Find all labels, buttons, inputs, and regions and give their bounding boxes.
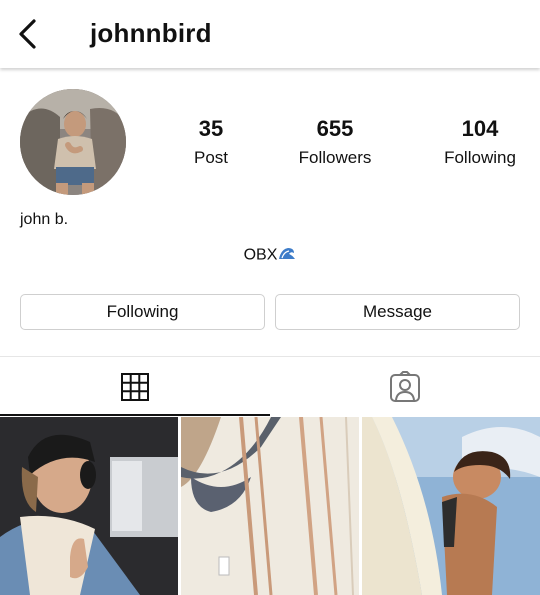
- photo-thumbnail: [362, 417, 540, 595]
- bio: OBX: [0, 246, 540, 265]
- message-button[interactable]: Message: [275, 294, 520, 330]
- grid-icon: [121, 373, 149, 401]
- photo-thumbnail: [0, 417, 178, 595]
- avatar[interactable]: [20, 89, 126, 195]
- post-thumbnail[interactable]: [0, 417, 178, 595]
- profile-username: johnnbird: [90, 18, 212, 48]
- profile-photo: [20, 89, 126, 195]
- post-thumbnail[interactable]: [181, 417, 359, 595]
- top-bar: johnnbird: [0, 0, 540, 68]
- display-name: john b.: [20, 211, 69, 228]
- tagged-person-icon: [390, 371, 420, 402]
- following-label: Following: [444, 148, 516, 167]
- following-count: 104: [461, 116, 499, 141]
- wave-emoji: [278, 246, 296, 265]
- bio-text: OBX: [243, 246, 278, 264]
- following-button[interactable]: Following: [20, 294, 265, 330]
- tab-grid[interactable]: [0, 358, 270, 416]
- posts-count: 35: [198, 116, 224, 141]
- chevron-left-icon: [19, 19, 36, 49]
- posts-label: Post: [193, 148, 229, 167]
- followers-stat[interactable]: 655 Followers: [275, 116, 395, 168]
- post-thumbnail[interactable]: [362, 417, 540, 595]
- active-tab-indicator: [0, 414, 270, 416]
- followers-count: 655: [316, 116, 354, 141]
- photo-thumbnail: [181, 417, 359, 595]
- tab-tagged[interactable]: [270, 358, 540, 416]
- posts-stat[interactable]: 35 Post: [151, 116, 271, 168]
- followers-label: Followers: [298, 148, 372, 167]
- following-stat[interactable]: 104 Following: [420, 116, 540, 168]
- section-divider: [0, 356, 540, 357]
- back-button[interactable]: [12, 16, 42, 52]
